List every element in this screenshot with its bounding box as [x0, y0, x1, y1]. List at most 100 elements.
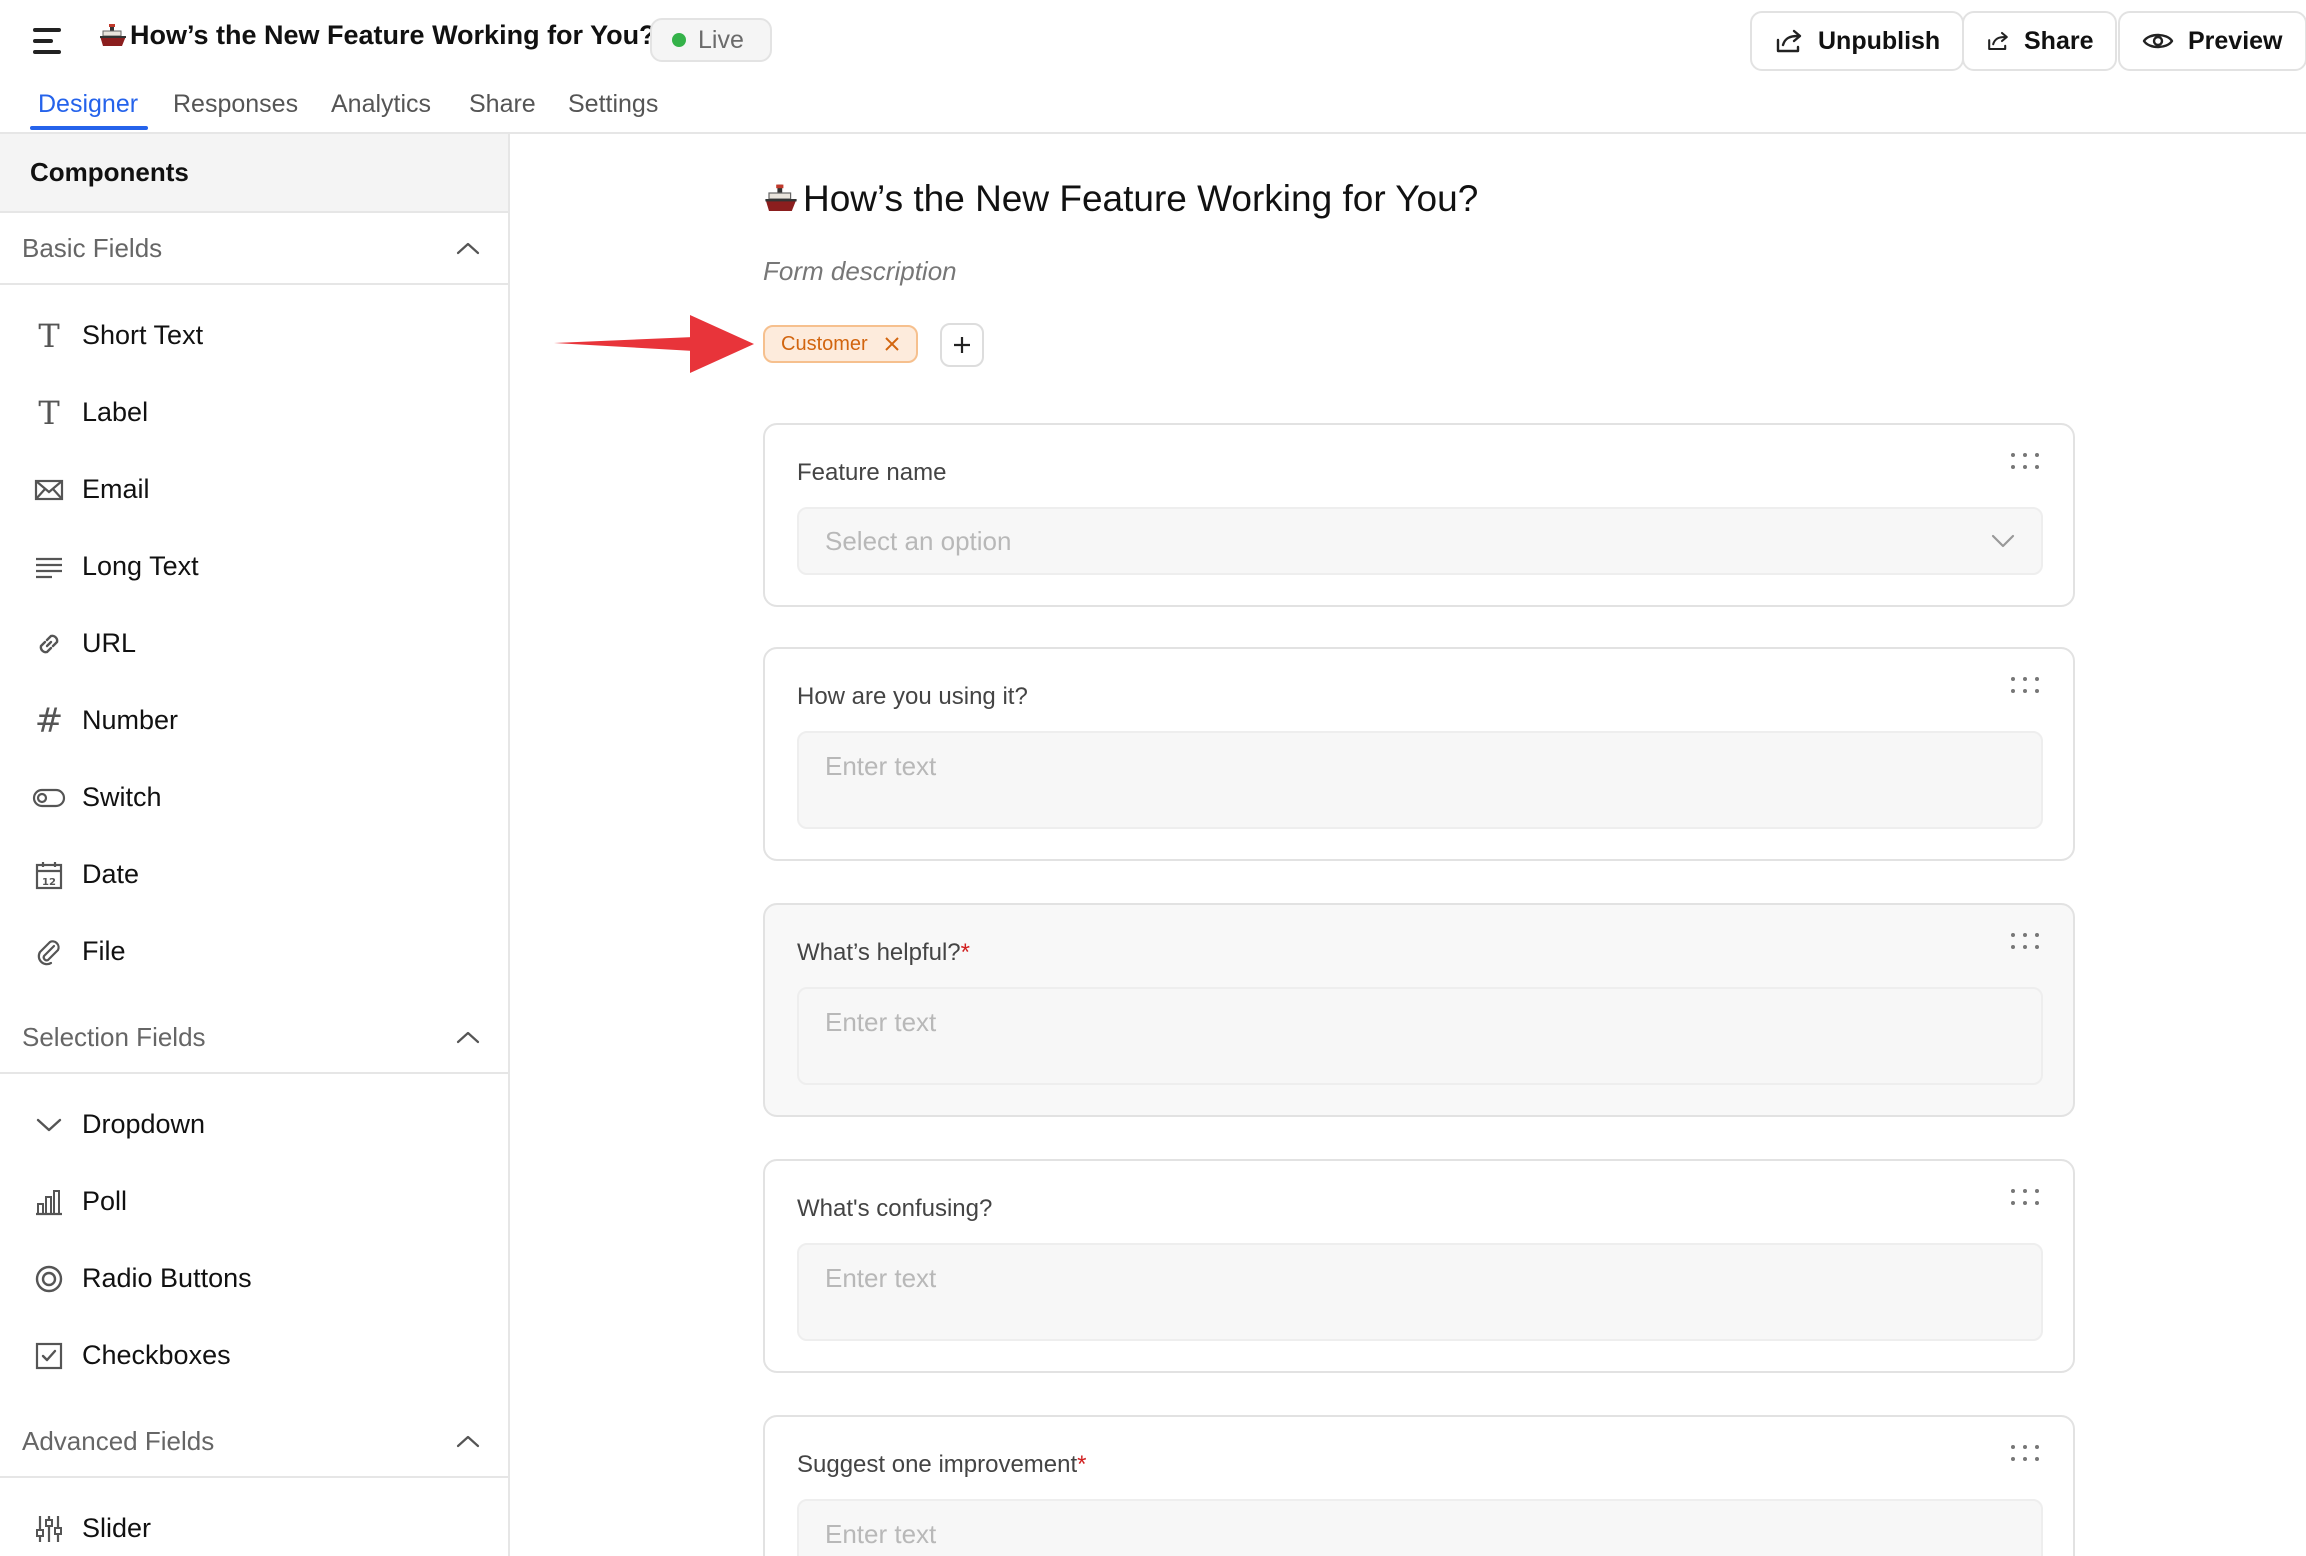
- section-title: Selection Fields: [22, 1021, 206, 1052]
- sidebar-title: Components: [0, 134, 508, 213]
- mail-icon: [32, 473, 66, 507]
- ship-icon: [765, 184, 797, 211]
- component-slider[interactable]: Slider: [0, 1490, 508, 1556]
- chevron-down-icon: [32, 1108, 66, 1142]
- input-placeholder: Enter text: [825, 1263, 937, 1293]
- tab-responses[interactable]: Responses: [173, 90, 298, 119]
- component-url[interactable]: URL: [0, 605, 508, 682]
- component-long-text[interactable]: Long Text: [0, 528, 508, 605]
- bar-chart-icon: [32, 1185, 66, 1219]
- sliders-icon: [32, 1512, 66, 1546]
- drag-handle-icon[interactable]: [2011, 933, 2039, 951]
- component-label[interactable]: T Label: [0, 374, 508, 451]
- component-label: Poll: [82, 1186, 128, 1216]
- status-badge: Live: [650, 18, 772, 62]
- form-title-text: How’s the New Feature Working for You?: [803, 178, 1479, 219]
- form-canvas: How’s the New Feature Working for You? F…: [512, 134, 2306, 1556]
- link-icon: [32, 627, 66, 661]
- tab-analytics[interactable]: Analytics: [331, 90, 431, 119]
- field-label: Feature name: [797, 459, 947, 486]
- component-label: Label: [82, 397, 149, 427]
- svg-text:12: 12: [42, 877, 56, 888]
- component-label: Slider: [82, 1513, 152, 1543]
- component-dropdown[interactable]: Dropdown: [0, 1086, 508, 1163]
- share-out-icon: [1988, 31, 2008, 51]
- annotation-arrow-icon: [554, 315, 754, 373]
- checkbox-icon: [32, 1339, 66, 1373]
- preview-button[interactable]: Preview: [2118, 11, 2306, 71]
- field-card[interactable]: Suggest one improvement* Enter text: [763, 1415, 2075, 1556]
- field-card[interactable]: Feature name Select an option: [763, 423, 2075, 607]
- calendar-icon: 12: [32, 858, 66, 892]
- drag-handle-icon[interactable]: [2011, 677, 2039, 695]
- component-switch[interactable]: Switch: [0, 759, 508, 836]
- field-card[interactable]: What's confusing? Enter text: [763, 1159, 2075, 1373]
- component-email[interactable]: Email: [0, 451, 508, 528]
- component-label: Short Text: [82, 320, 204, 350]
- ship-icon: [100, 23, 126, 46]
- document-title: How’s the New Feature Working for You?: [98, 20, 656, 51]
- text-t-icon: T: [38, 393, 60, 432]
- required-star: *: [960, 939, 970, 966]
- field-card[interactable]: What’s helpful?* Enter text: [763, 903, 2075, 1117]
- menu-icon[interactable]: [30, 26, 66, 56]
- form-title[interactable]: How’s the New Feature Working for You?: [763, 178, 1478, 220]
- plus-icon: [954, 337, 970, 353]
- drag-handle-icon[interactable]: [2011, 1445, 2039, 1463]
- component-label: Date: [82, 859, 140, 889]
- unpublish-button[interactable]: Unpublish: [1750, 11, 1965, 71]
- tab-settings[interactable]: Settings: [568, 90, 658, 119]
- tab-bar: Designer Responses Analytics Share Setti…: [0, 82, 2306, 134]
- chevron-up-icon: [456, 1031, 480, 1044]
- chevron-up-icon: [456, 1435, 480, 1448]
- component-short-text[interactable]: T Short Text: [0, 297, 508, 374]
- text-input[interactable]: Enter text: [797, 987, 2043, 1085]
- add-tag-button[interactable]: [940, 323, 984, 367]
- drag-handle-icon[interactable]: [2011, 453, 2039, 471]
- active-tab-indicator: [30, 126, 148, 130]
- tab-designer[interactable]: Designer: [38, 90, 138, 119]
- status-text: Live: [698, 25, 744, 54]
- select-placeholder: Select an option: [825, 525, 1012, 556]
- drag-handle-icon[interactable]: [2011, 1189, 2039, 1207]
- live-dot-icon: [672, 33, 686, 47]
- component-label: File: [82, 936, 126, 966]
- section-selection-fields[interactable]: Selection Fields: [0, 1002, 508, 1074]
- tag-label: Customer: [781, 332, 868, 355]
- tag-customer[interactable]: Customer: [763, 325, 918, 363]
- text-input[interactable]: Enter text: [797, 1243, 2043, 1341]
- form-description[interactable]: Form description: [763, 256, 957, 287]
- share-button[interactable]: Share: [1962, 11, 2118, 71]
- hash-icon: #: [34, 700, 64, 741]
- field-label-text: What’s helpful?: [797, 939, 961, 966]
- input-placeholder: Enter text: [825, 1007, 937, 1037]
- toggle-icon: [32, 781, 66, 815]
- chevron-up-icon: [456, 242, 480, 255]
- component-date[interactable]: 12 Date: [0, 836, 508, 913]
- unpublish-label: Unpublish: [1818, 26, 1941, 55]
- component-label: Radio Buttons: [82, 1263, 252, 1293]
- component-checkboxes[interactable]: Checkboxes: [0, 1317, 508, 1394]
- field-label: What’s helpful?*: [797, 939, 970, 967]
- feature-name-select[interactable]: Select an option: [797, 507, 2043, 575]
- text-input[interactable]: Enter text: [797, 731, 2043, 829]
- field-card[interactable]: How are you using it? Enter text: [763, 647, 2075, 861]
- component-number[interactable]: # Number: [0, 682, 508, 759]
- section-advanced-fields[interactable]: Advanced Fields: [0, 1406, 508, 1478]
- component-label: Number: [82, 705, 179, 735]
- tab-share[interactable]: Share: [469, 90, 536, 119]
- component-label: Long Text: [82, 551, 199, 581]
- component-label: URL: [82, 628, 137, 658]
- component-file[interactable]: File: [0, 913, 508, 990]
- component-radio-buttons[interactable]: Radio Buttons: [0, 1240, 508, 1317]
- section-basic-fields[interactable]: Basic Fields: [0, 213, 508, 285]
- text-input[interactable]: Enter text: [797, 1499, 2043, 1556]
- component-label: Dropdown: [82, 1109, 206, 1139]
- field-label: What's confusing?: [797, 1195, 993, 1222]
- close-icon[interactable]: [884, 336, 900, 352]
- input-placeholder: Enter text: [825, 1519, 937, 1549]
- component-poll[interactable]: Poll: [0, 1163, 508, 1240]
- document-title-text: How’s the New Feature Working for You?: [130, 20, 656, 50]
- section-title: Advanced Fields: [22, 1425, 215, 1456]
- eye-icon: [2142, 33, 2174, 49]
